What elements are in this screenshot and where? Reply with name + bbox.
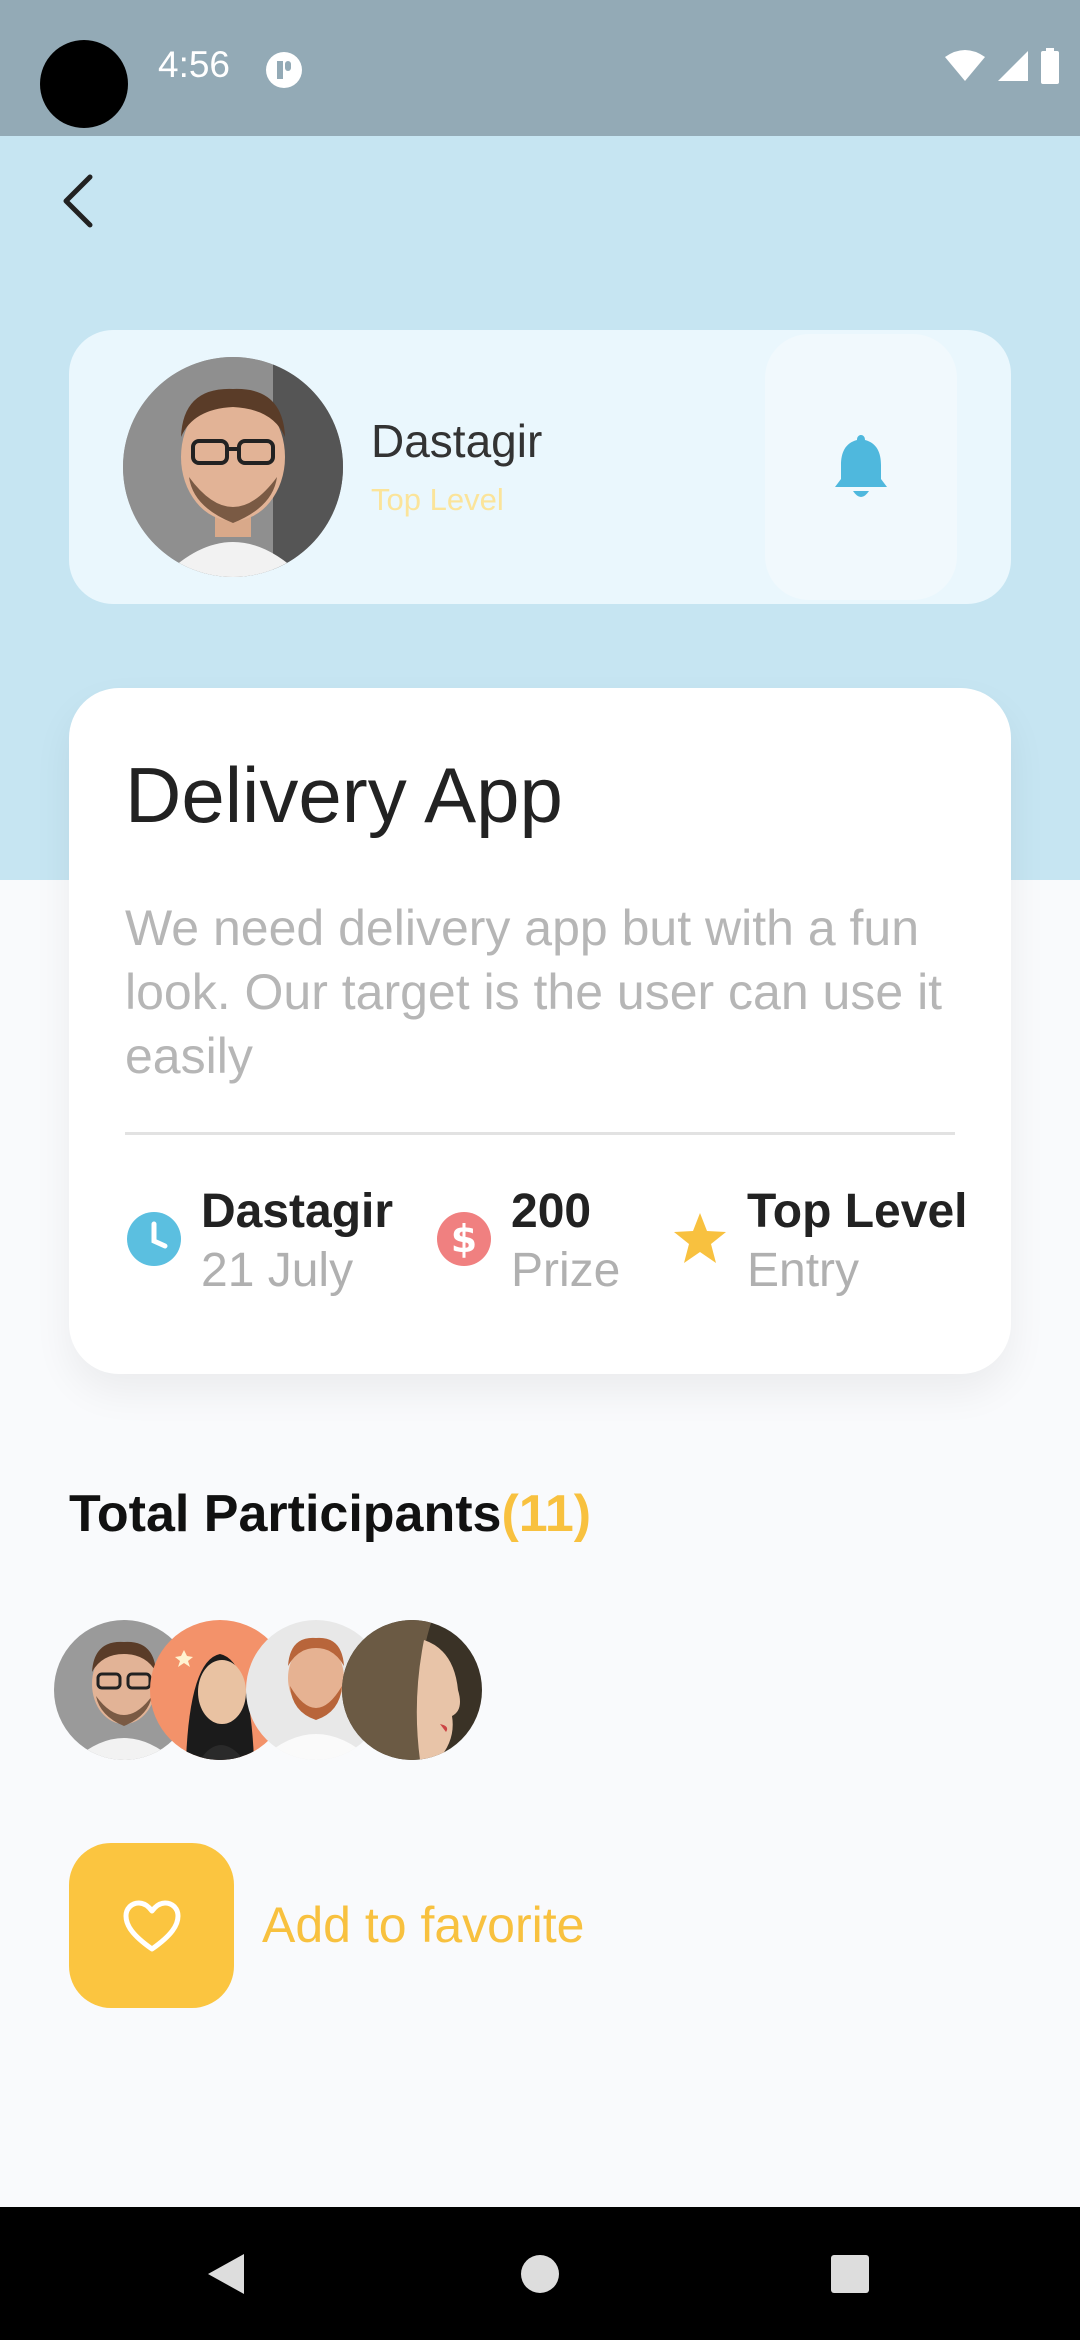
stat-value: 200 bbox=[511, 1185, 592, 1238]
stat-prize: $ 200 Prize bbox=[435, 1184, 620, 1302]
stat-date: Dastagir 21 July bbox=[125, 1184, 393, 1302]
stat-value: Dastagir bbox=[201, 1185, 394, 1238]
participants-title: Total Participants(11) bbox=[69, 1484, 591, 1544]
nav-home-button[interactable] bbox=[480, 2207, 600, 2340]
wifi-icon bbox=[945, 50, 985, 81]
clock-icon bbox=[127, 1212, 181, 1266]
star-icon bbox=[674, 1213, 726, 1263]
nav-back-icon bbox=[208, 2253, 244, 2294]
participant-photo bbox=[342, 1620, 482, 1760]
participant-avatar[interactable] bbox=[342, 1620, 482, 1760]
divider bbox=[125, 1132, 955, 1135]
nav-recents-icon bbox=[831, 2254, 869, 2293]
stat-label: Prize bbox=[511, 1244, 621, 1297]
stat-label: 21 July bbox=[201, 1244, 354, 1297]
stat-entry: Top Level Entry bbox=[671, 1184, 967, 1302]
task-description: We need delivery app but with a fun look… bbox=[125, 900, 943, 1084]
profile-level: Top Level bbox=[371, 482, 504, 517]
bell-icon bbox=[835, 435, 887, 497]
participants-avatars[interactable] bbox=[54, 1620, 494, 1760]
profile-photo bbox=[123, 357, 343, 577]
status-time: 4:56 bbox=[158, 44, 231, 85]
task-card: Delivery App We need delivery app but wi… bbox=[69, 688, 1011, 1374]
notification-button[interactable] bbox=[765, 334, 957, 600]
app-notification-icon bbox=[266, 52, 302, 88]
back-arrow-icon bbox=[63, 174, 93, 228]
dollar-icon: $ bbox=[437, 1212, 491, 1266]
profile-card: Dastagir Top Level bbox=[69, 330, 1011, 604]
navigation-bar bbox=[0, 2207, 1080, 2340]
cell-signal-icon bbox=[998, 51, 1028, 81]
status-bar: 4:56 bbox=[0, 0, 1080, 136]
favorite-label[interactable]: Add to favorite bbox=[262, 1896, 584, 1954]
task-title: Delivery App bbox=[125, 751, 563, 839]
favorite-button[interactable] bbox=[69, 1843, 234, 2008]
participants-count: (11) bbox=[501, 1485, 592, 1543]
nav-recents-button[interactable] bbox=[790, 2207, 910, 2340]
back-button[interactable] bbox=[48, 166, 108, 236]
stat-label: Entry bbox=[747, 1244, 860, 1297]
stat-value: Top Level bbox=[747, 1185, 968, 1238]
camera-cutout bbox=[40, 40, 128, 128]
battery-icon bbox=[1041, 48, 1059, 84]
svg-text:$: $ bbox=[451, 1217, 477, 1261]
nav-home-icon bbox=[521, 2254, 559, 2293]
heart-icon bbox=[123, 1900, 180, 1951]
nav-back-button[interactable] bbox=[166, 2207, 286, 2340]
profile-name: Dastagir bbox=[371, 415, 543, 467]
profile-avatar[interactable] bbox=[123, 357, 343, 577]
participants-label: Total Participants bbox=[69, 1485, 502, 1543]
